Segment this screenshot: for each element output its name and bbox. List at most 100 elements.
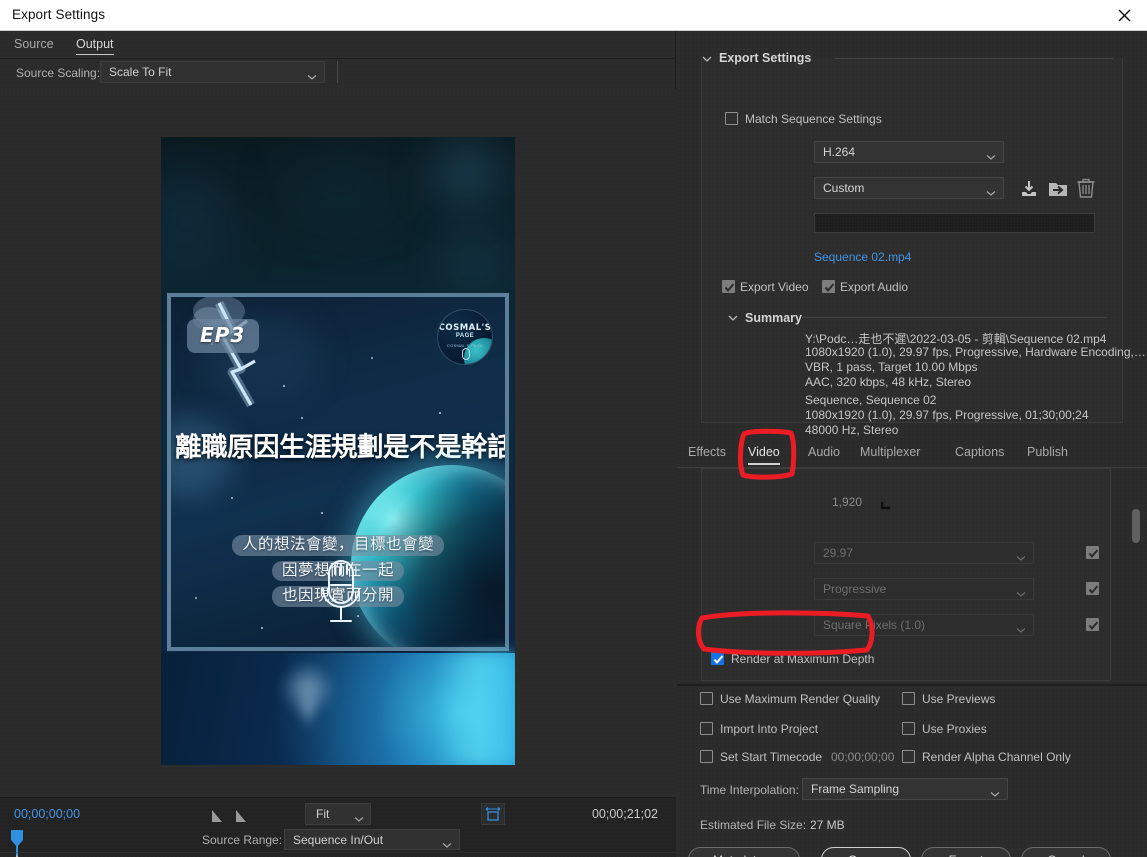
render-at-maximum-depth-label: Render at Maximum Depth xyxy=(731,652,875,666)
estimated-file-size-value: 27 MB xyxy=(810,818,845,832)
import-into-project-checkbox[interactable] xyxy=(700,722,713,735)
source-scaling-value: Scale To Fit xyxy=(109,65,172,79)
source-range-select[interactable]: Sequence In/Out xyxy=(284,829,460,850)
use-proxies-checkbox[interactable] xyxy=(902,722,915,735)
source-scaling-select[interactable]: Scale To Fit xyxy=(100,61,325,83)
aspect-value: Square Pixels (1.0) xyxy=(823,618,926,632)
match-sequence-settings-label: Match Sequence Settings xyxy=(745,112,882,126)
thumbnail-card-border: EP3 COSMAL'S PAGE COSMAL'S PAGE 離職原因生涯規劃… xyxy=(167,293,509,651)
render-at-maximum-depth-checkbox[interactable] xyxy=(711,652,724,665)
tab-source[interactable]: Source xyxy=(14,37,54,54)
tab-captions[interactable]: Captions xyxy=(955,445,1004,463)
tab-publish[interactable]: Publish xyxy=(1027,445,1068,463)
field-order-select[interactable]: Progressive xyxy=(814,578,1034,600)
logo-line-2: PAGE xyxy=(455,333,475,339)
preview-tab-bar: Source Output xyxy=(0,31,676,59)
fit-to-frame-icon[interactable] xyxy=(481,803,505,825)
aspect-match-checkbox[interactable] xyxy=(1086,618,1099,631)
source-scaling-label: Source Scaling: xyxy=(16,66,101,80)
video-preview-area[interactable]: EP3 COSMAL'S PAGE COSMAL'S PAGE 離職原因生涯規劃… xyxy=(0,89,676,797)
preview-lower-glow xyxy=(161,653,515,765)
source-scaling-row: Source Scaling: Scale To Fit xyxy=(0,60,676,88)
cancel-button[interactable]: Cancel xyxy=(1021,847,1111,857)
tab-multiplexer[interactable]: Multiplexer xyxy=(860,445,920,463)
summary-output-line: VBR, 1 pass, Target 10.00 Mbps xyxy=(805,360,978,374)
preview-frame: EP3 COSMAL'S PAGE COSMAL'S PAGE 離職原因生涯規劃… xyxy=(161,137,515,765)
logo-microphone-icon xyxy=(462,348,470,360)
microphone-icon xyxy=(322,560,360,622)
chevron-down-icon xyxy=(986,184,996,202)
export-audio-checkbox[interactable] xyxy=(822,280,835,293)
field-order-match-checkbox[interactable] xyxy=(1086,582,1099,595)
export-button[interactable]: Export xyxy=(921,847,1011,857)
estimated-file-size-label: Estimated File Size: xyxy=(700,818,807,832)
in-out-point-buttons[interactable] xyxy=(206,808,254,824)
time-interpolation-value: Frame Sampling xyxy=(811,782,900,796)
bg-glow xyxy=(161,167,231,277)
bg-glow xyxy=(446,232,501,287)
export-audio-label: Export Audio xyxy=(840,280,909,294)
close-icon[interactable] xyxy=(1101,0,1147,31)
import-preset-icon[interactable] xyxy=(1048,179,1069,203)
use-maximum-render-quality-label: Use Maximum Render Quality xyxy=(720,692,881,706)
chevron-down-icon[interactable] xyxy=(727,311,739,323)
render-alpha-channel-only-label: Render Alpha Channel Only xyxy=(922,750,1071,764)
chevron-down-icon xyxy=(1016,549,1026,567)
current-timecode[interactable]: 00;00;00;00 xyxy=(14,807,80,821)
frame-rate-select[interactable]: 29.97 xyxy=(814,542,1034,564)
time-interpolation-label: Time Interpolation: xyxy=(700,783,799,797)
summary-output-line: AAC, 320 kbps, 48 kHz, Stereo xyxy=(805,375,972,389)
format-select[interactable]: H.264 xyxy=(814,141,1004,163)
start-timecode-value[interactable]: 00;00;00;00 xyxy=(831,750,894,764)
chevron-down-icon xyxy=(986,148,996,166)
height-value[interactable]: 1,920 xyxy=(832,495,862,509)
tab-effects[interactable]: Effects xyxy=(688,445,726,463)
star xyxy=(231,497,233,499)
aspect-select[interactable]: Square Pixels (1.0) xyxy=(814,614,1034,636)
tab-audio[interactable]: Audio xyxy=(808,445,840,463)
thumbnail-card: EP3 COSMAL'S PAGE COSMAL'S PAGE 離職原因生涯規劃… xyxy=(171,297,505,647)
preset-value: Custom xyxy=(823,181,865,195)
toolbar-divider xyxy=(337,61,338,83)
metadata-button[interactable]: Metadata… xyxy=(688,847,800,857)
episode-badge: EP3 xyxy=(187,319,260,353)
queue-button[interactable]: Queue xyxy=(821,847,911,857)
export-settings-panel: Export Settings Match Sequence Settings … xyxy=(677,31,1147,857)
video-settings-scrollbar-thumb[interactable] xyxy=(1132,509,1140,543)
summary-source-line: Sequence, Sequence 02 xyxy=(805,393,937,407)
output-name-link[interactable]: Sequence 02.mp4 xyxy=(814,250,911,264)
tab-output[interactable]: Output xyxy=(76,37,114,55)
summary-source-line: 48000 Hz, Stereo xyxy=(805,423,899,437)
chevron-down-icon xyxy=(1016,621,1026,639)
bg-glow xyxy=(431,143,501,203)
use-previews-checkbox[interactable] xyxy=(902,692,915,705)
chevron-down-icon xyxy=(307,68,317,86)
settings-tab-bar: Effects Video Audio Multiplexer Captions… xyxy=(677,438,1147,468)
comments-input[interactable] xyxy=(814,213,1095,233)
time-interpolation-select[interactable]: Frame Sampling xyxy=(802,778,1008,800)
delete-preset-icon[interactable] xyxy=(1077,178,1095,203)
render-alpha-channel-only-checkbox[interactable] xyxy=(902,750,915,763)
duration-timecode[interactable]: 00;00;21;02 xyxy=(592,807,658,821)
zoom-level-value: Fit xyxy=(316,807,330,821)
preset-select[interactable]: Custom xyxy=(814,177,1004,199)
use-previews-label: Use Previews xyxy=(922,692,996,706)
star xyxy=(321,512,323,514)
frame-rate-match-checkbox[interactable] xyxy=(1086,546,1099,559)
save-preset-icon[interactable] xyxy=(1019,179,1039,203)
set-start-timecode-label: Set Start Timecode xyxy=(720,750,823,764)
zoom-level-select[interactable]: Fit xyxy=(305,803,371,825)
use-maximum-render-quality-checkbox[interactable] xyxy=(700,692,713,705)
set-start-timecode-checkbox[interactable] xyxy=(700,750,713,763)
chevron-down-icon xyxy=(1016,585,1026,603)
chevron-down-icon xyxy=(354,810,364,828)
tab-video[interactable]: Video xyxy=(748,445,780,465)
export-video-checkbox[interactable] xyxy=(722,280,735,293)
video-settings-scrollbar[interactable] xyxy=(1131,469,1140,681)
chevron-down-icon xyxy=(990,785,1000,803)
match-sequence-settings-checkbox[interactable] xyxy=(725,112,738,125)
thumbnail-headline: 離職原因生涯規劃是不是幹話? xyxy=(175,432,505,463)
frame-rate-value: 29.97 xyxy=(823,546,854,560)
bg-glow xyxy=(281,147,401,227)
star xyxy=(439,412,441,414)
